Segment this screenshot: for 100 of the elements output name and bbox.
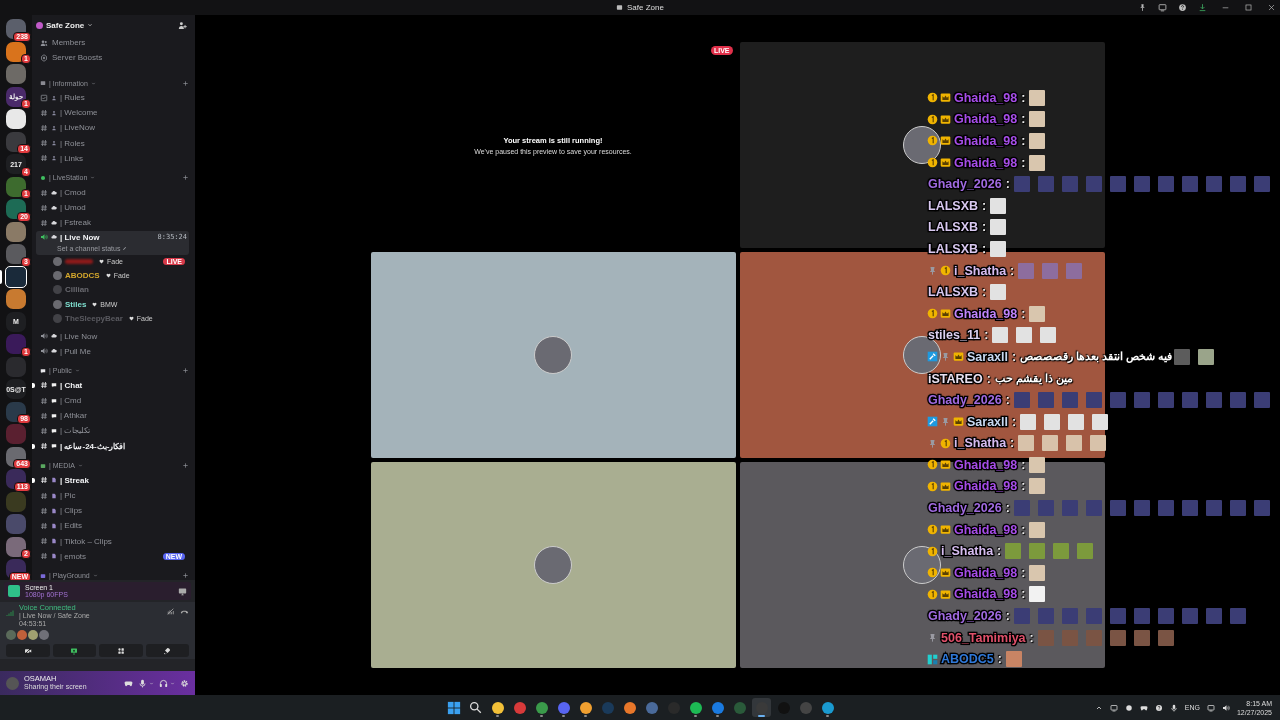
chat-username[interactable]: i_Shatha xyxy=(954,263,1007,278)
tray-icon[interactable] xyxy=(1124,703,1133,712)
channel-item[interactable]: | Umod xyxy=(36,200,189,216)
member-name[interactable]: Cillian xyxy=(65,285,89,295)
participant-tile[interactable] xyxy=(370,462,736,668)
tray-icon[interactable] xyxy=(1109,703,1118,712)
hash-icon xyxy=(40,491,48,500)
channel-item[interactable]: | Welcome xyxy=(36,105,189,121)
invite-icon[interactable] xyxy=(178,20,187,30)
headphones-icon[interactable] xyxy=(159,678,168,688)
microphone-icon[interactable] xyxy=(138,678,147,688)
server-icon[interactable] xyxy=(6,41,26,62)
emoji-icon xyxy=(51,204,57,211)
channel-item[interactable]: | Pic xyxy=(36,487,189,504)
chat-username[interactable]: Saraxll xyxy=(967,349,1008,364)
screen-icon[interactable] xyxy=(178,586,187,596)
server-icon[interactable] xyxy=(6,401,26,422)
channel-item[interactable]: | LiveNow xyxy=(36,120,189,136)
chat-username[interactable]: Ghaida_98 xyxy=(954,90,1018,105)
coin-badge-icon xyxy=(927,308,938,320)
taskbar-app[interactable] xyxy=(752,698,771,717)
emote-image xyxy=(1077,543,1094,560)
member-name[interactable]: ABODCS xyxy=(65,271,100,281)
member-name[interactable]: Stiles xyxy=(65,299,87,309)
channel-item[interactable]: | Chat xyxy=(36,377,189,393)
server-link[interactable]: Server Boosts xyxy=(52,53,103,62)
channel-item[interactable]: | افكار-بث-24-ساعه xyxy=(36,438,189,454)
avatar xyxy=(903,546,941,584)
microphone-icon[interactable] xyxy=(1169,703,1178,712)
server-name[interactable]: Safe Zone xyxy=(46,20,85,30)
channel-item[interactable]: | Fstreak xyxy=(36,215,189,231)
channel-item[interactable]: | Clips xyxy=(36,503,189,519)
chevron-down-icon[interactable] xyxy=(87,22,94,28)
share-screen-button[interactable] xyxy=(52,644,96,657)
chat-username[interactable]: iSTAREO xyxy=(928,371,983,386)
channel-item[interactable]: | Rules xyxy=(36,90,189,106)
help-icon[interactable] xyxy=(1178,3,1187,12)
tray-icon[interactable] xyxy=(1154,703,1163,712)
tray-icon[interactable] xyxy=(1139,703,1148,712)
channel-item[interactable]: | Live Now xyxy=(36,328,189,344)
camera-button[interactable] xyxy=(6,644,50,657)
chat-username[interactable]: Ghady_2026 xyxy=(928,177,1002,192)
add-channel-icon[interactable] xyxy=(182,572,189,580)
chat-username[interactable]: Saraxll xyxy=(967,414,1008,429)
add-channel-icon[interactable] xyxy=(182,174,189,182)
emoji-icon xyxy=(51,443,57,450)
participant-tile[interactable] xyxy=(370,252,736,458)
server-icon[interactable] xyxy=(6,131,26,152)
chat-username[interactable]: i_Shatha xyxy=(941,544,994,559)
channel-item[interactable]: | Tiktok – Clips xyxy=(36,533,189,549)
pin-icon[interactable] xyxy=(1138,3,1147,12)
channel-item[interactable]: | Links xyxy=(36,150,189,166)
separator: : xyxy=(1021,155,1026,170)
hash-icon xyxy=(40,442,48,451)
soundboard-button[interactable] xyxy=(145,644,189,657)
monitor-icon[interactable] xyxy=(1158,3,1167,12)
chat-username[interactable]: LALSXB xyxy=(928,198,978,213)
close-icon[interactable] xyxy=(1267,3,1276,12)
channel-item[interactable]: | تكليجات xyxy=(36,423,189,439)
emoji-icon xyxy=(51,109,57,116)
channel-item[interactable]: | Pull Me xyxy=(36,343,189,359)
chat-username[interactable]: LALSXB xyxy=(928,220,978,235)
chat-username[interactable]: Ghaida_98 xyxy=(954,155,1018,170)
server-icon[interactable] xyxy=(6,469,26,490)
settings-icon[interactable] xyxy=(180,678,189,688)
emote-image xyxy=(1157,392,1174,409)
emote-image xyxy=(1109,176,1126,193)
emote-image xyxy=(1181,176,1198,193)
server-link[interactable]: Members xyxy=(52,38,86,47)
channel-item[interactable]: | Cmd xyxy=(36,393,189,409)
channel-item[interactable]: | Cmod xyxy=(36,184,189,201)
add-channel-icon[interactable] xyxy=(182,462,189,470)
channel-item[interactable]: | Roles xyxy=(36,135,189,151)
channel-item[interactable]: | Athkar xyxy=(36,408,189,424)
channel-item[interactable]: | Edits xyxy=(36,518,189,534)
download-icon[interactable] xyxy=(1198,3,1207,12)
separator: : xyxy=(1021,479,1026,494)
server-icon[interactable] xyxy=(6,109,26,130)
server-icon[interactable] xyxy=(6,19,26,40)
server-icon[interactable] xyxy=(6,199,26,220)
chat-username[interactable]: stiles_11 xyxy=(928,328,981,343)
shapes-icon xyxy=(116,646,125,655)
crown-badge-icon xyxy=(940,113,951,125)
noise-suppression-icon[interactable] xyxy=(166,607,175,616)
chat-username[interactable]: i_Shatha xyxy=(954,436,1007,451)
network-icon[interactable] xyxy=(1206,703,1215,712)
emote-image xyxy=(1174,348,1191,365)
speaker-icon xyxy=(40,233,48,241)
activities-button[interactable] xyxy=(99,644,143,657)
server-icon[interactable] xyxy=(6,446,26,467)
channel-item[interactable]: | Streak xyxy=(36,472,189,488)
add-channel-icon[interactable] xyxy=(182,79,189,87)
server-icon[interactable] xyxy=(6,266,26,287)
chat-username[interactable]: Ghaida_98 xyxy=(954,112,1018,127)
maximize-icon[interactable] xyxy=(1244,3,1253,12)
chat-username[interactable]: LALSXB xyxy=(928,285,978,300)
chat-username[interactable]: Ghaida_98 xyxy=(954,134,1018,148)
volume-icon[interactable] xyxy=(1221,703,1230,712)
participant-tile[interactable] xyxy=(739,462,1105,668)
add-channel-icon[interactable] xyxy=(182,367,189,375)
